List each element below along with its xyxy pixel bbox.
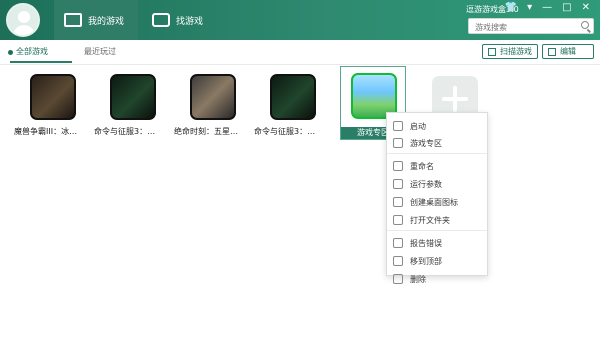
controller-icon (152, 13, 170, 27)
tab-my-games[interactable]: 我的游戏 (54, 0, 138, 40)
search-icon[interactable] (581, 21, 589, 29)
trash-icon (393, 274, 403, 284)
game-cover (30, 74, 76, 120)
move-up-icon (393, 256, 403, 266)
window-controls: 👕 ▾ — □ ✕ (505, 2, 590, 13)
active-tab-underline (10, 61, 72, 63)
context-menu: 启动 游戏专区 重命名 运行参数 创建桌面图标 打开文件夹 报告错误 移到顶部 … (386, 112, 488, 284)
menu-item-create-desktop-icon[interactable]: 创建桌面图标 (387, 193, 487, 211)
menu-item-label: 创建桌面图标 (410, 197, 458, 207)
report-icon (393, 238, 403, 248)
gear-icon (393, 179, 403, 189)
menu-item-label: 重命名 (410, 161, 434, 171)
game-tile[interactable]: 魔兽争霸III：冰… (14, 72, 82, 144)
tab-all-games[interactable]: 全部游戏 (8, 46, 48, 57)
game-cover (190, 74, 236, 120)
tab-find-games-label: 找游戏 (176, 16, 204, 27)
close-icon[interactable]: ✕ (582, 2, 590, 13)
flag-icon (393, 138, 403, 148)
edit-label: 编辑 (560, 47, 576, 56)
menu-item-report-error[interactable]: 报告错误 (387, 234, 487, 252)
folder-icon (393, 215, 403, 225)
avatar[interactable] (6, 3, 40, 37)
search-input[interactable] (473, 20, 581, 34)
menu-item-label: 打开文件夹 (410, 215, 450, 225)
avatar-body-shape (13, 25, 35, 35)
menu-item-open-folder[interactable]: 打开文件夹 (387, 211, 487, 229)
tab-recent-games[interactable]: 最近玩过 (84, 46, 116, 57)
desktop-icon (393, 197, 403, 207)
rename-icon (393, 161, 403, 171)
menu-item-label: 游戏专区 (410, 138, 442, 148)
menu-separator (387, 153, 487, 154)
shirt-icon[interactable]: 👕 (505, 2, 517, 13)
menu-item-run-params[interactable]: 运行参数 (387, 175, 487, 193)
game-cover (110, 74, 156, 120)
play-icon (393, 121, 403, 131)
scan-games-button[interactable]: 扫描游戏 (482, 44, 538, 59)
minimize-icon[interactable]: — (542, 2, 552, 13)
menu-item-move-top[interactable]: 移到顶部 (387, 252, 487, 270)
game-cover (270, 74, 316, 120)
edit-icon (548, 47, 556, 56)
gamepad-icon (64, 13, 82, 27)
tab-find-games[interactable]: 找游戏 (142, 0, 226, 40)
game-title: 命令与征服3：… (254, 127, 316, 136)
menu-item-game-zone[interactable]: 游戏专区 (387, 134, 487, 152)
scan-games-label: 扫描游戏 (500, 47, 532, 56)
game-tile[interactable]: 绝命时刻：五星… (174, 72, 242, 144)
menu-item-label: 运行参数 (410, 179, 442, 189)
maximize-icon[interactable]: □ (562, 2, 571, 13)
menu-item-label: 报告错误 (410, 238, 442, 248)
game-title: 绝命时刻：五星… (174, 127, 238, 136)
top-bar: 我的游戏 找游戏 逗游游戏盒3.0 👕 ▾ — □ ✕ (0, 0, 600, 40)
game-tile[interactable]: 命令与征服3：… (254, 72, 322, 144)
game-title: 命令与征服3：… (94, 127, 156, 136)
menu-item-label: 删除 (410, 274, 426, 284)
game-title: 魔兽争霸III：冰… (14, 127, 78, 136)
search-box[interactable] (468, 18, 594, 34)
game-tile[interactable]: 命令与征服3：… (94, 72, 162, 144)
tab-my-games-label: 我的游戏 (88, 16, 125, 27)
menu-item-launch[interactable]: 启动 (387, 117, 487, 135)
edit-button[interactable]: 编辑 (542, 44, 594, 59)
menu-item-label: 移到顶部 (410, 256, 442, 266)
menu-item-label: 启动 (410, 121, 426, 131)
menu-item-rename[interactable]: 重命名 (387, 157, 487, 175)
menu-item-delete[interactable]: 删除 (387, 270, 487, 288)
menu-separator (387, 230, 487, 231)
avatar-head-shape (18, 11, 30, 23)
scan-icon (488, 47, 496, 56)
dropdown-icon[interactable]: ▾ (527, 2, 532, 13)
